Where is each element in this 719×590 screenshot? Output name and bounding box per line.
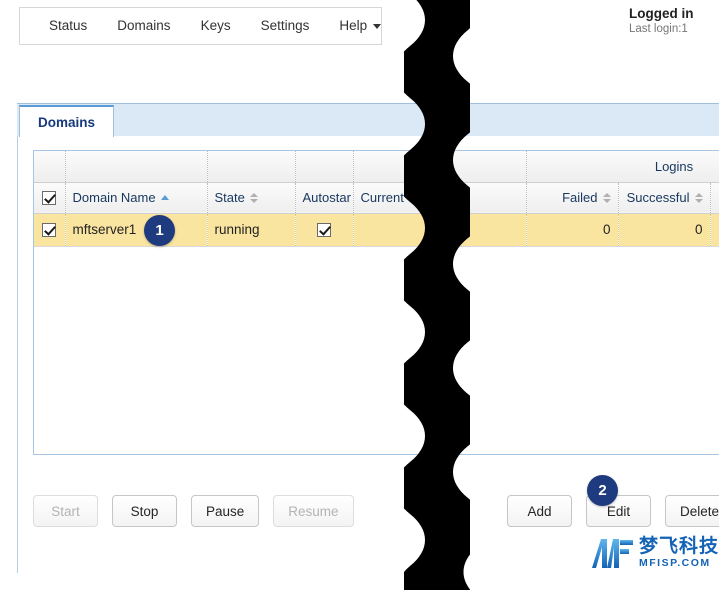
column-header-autostart-label: Autostar (302, 190, 351, 205)
column-header-current[interactable]: Current (353, 182, 527, 214)
main-menu-bar: Status Domains Keys Settings Help (19, 7, 382, 45)
step-badge-1: 1 (144, 215, 175, 246)
watermark-text: 梦飞科技 MFISP.COM (639, 537, 719, 569)
menu-item-domains[interactable]: Domains (102, 8, 185, 44)
cell-failed-current-value: 0 (602, 222, 611, 237)
group-header-spacer-domain (65, 151, 208, 183)
menu-item-settings-label: Settings (260, 18, 310, 33)
start-button-label: Start (51, 503, 80, 519)
menu-item-settings[interactable]: Settings (246, 8, 325, 44)
tab-domains[interactable]: Domains (19, 105, 115, 137)
menu-item-status[interactable]: Status (34, 8, 102, 44)
menu-item-domains-label: Domains (117, 18, 171, 33)
table-body: mftserver1 running 0 0 0 1 (34, 213, 719, 247)
add-button[interactable]: Add (507, 495, 572, 527)
stop-button-label: Stop (130, 503, 159, 519)
cell-failed-current: 0 (526, 213, 619, 247)
menu-item-keys-label: Keys (200, 18, 231, 33)
column-header-current-label: Current (360, 190, 404, 205)
cell-successful-logins: 0 (618, 213, 711, 247)
column-header-failed-current[interactable]: Failed (526, 182, 619, 214)
stop-button[interactable]: Stop (112, 495, 177, 527)
column-header-successful-logins-label: Successful (626, 190, 690, 205)
table-header-row: Domain Name State Autostar Current Faile… (34, 182, 719, 214)
cell-domain-name: mftserver1 (65, 213, 208, 247)
cell-state: running (207, 213, 296, 247)
column-header-domain-name[interactable]: Domain Name (65, 182, 208, 214)
group-header-spacer-autostart (295, 151, 354, 183)
edit-button-label: Edit (606, 503, 631, 519)
sort-toggle-icon (249, 192, 258, 203)
resume-button[interactable]: Resume (273, 495, 354, 527)
table-head: Logins Domain Name State Autostar Curren… (34, 151, 719, 214)
delete-button[interactable]: Delete (665, 495, 719, 527)
cell-failed-logins: 0 (710, 213, 719, 247)
column-header-domain-name-label: Domain Name (72, 190, 156, 205)
cell-autostart[interactable] (295, 213, 354, 247)
sort-toggle-icon (694, 192, 703, 203)
column-header-state[interactable]: State (207, 182, 296, 214)
app-window: Status Domains Keys Settings Help Logged… (0, 0, 719, 590)
resume-button-label: Resume (288, 503, 339, 519)
column-header-failed-current-label: Failed (562, 190, 598, 205)
group-header-logins-label: Logins (654, 158, 694, 174)
row-select-cell[interactable] (34, 213, 66, 247)
start-button[interactable]: Start (33, 495, 98, 527)
menu-item-help-label: Help (339, 18, 368, 33)
last-login-label: Last login:1 (629, 23, 688, 35)
column-header-state-label: State (214, 190, 245, 205)
group-header-spacer-current (353, 151, 527, 183)
watermark-cn-label: 梦飞科技 (639, 536, 719, 558)
cell-current (353, 213, 527, 247)
column-header-select-all[interactable] (34, 182, 66, 214)
table-group-header-row: Logins (34, 151, 719, 183)
add-button-label: Add (527, 503, 552, 519)
mf-logo-icon (592, 539, 633, 568)
column-header-failed-logins[interactable]: Failed (710, 182, 719, 214)
session-info: Logged in Last login:1 (629, 6, 719, 35)
select-all-checkbox[interactable] (42, 190, 57, 205)
row-select-checkbox[interactable] (42, 223, 57, 238)
autostart-checkbox[interactable] (317, 223, 331, 238)
group-header-spacer-state (207, 151, 296, 183)
watermark: 梦飞科技 MFISP.COM (590, 530, 719, 576)
pause-button-label: Pause (206, 503, 245, 519)
tab-domains-label: Domains (38, 114, 96, 130)
pause-button[interactable]: Pause (191, 495, 260, 527)
menu-item-keys[interactable]: Keys (186, 8, 246, 44)
domains-table: Logins Domain Name State Autostar Curren… (34, 151, 719, 247)
sort-toggle-icon (602, 192, 611, 203)
logged-in-label: Logged in (629, 6, 694, 21)
domain-action-buttons: Start Stop Pause Resume (33, 495, 354, 527)
menu-item-status-label: Status (49, 18, 88, 33)
tab-strip: Domains (17, 103, 719, 137)
step-badge-2: 2 (587, 475, 618, 506)
domains-grid: Logins Domain Name State Autostar Curren… (33, 150, 719, 455)
table-row[interactable]: mftserver1 running 0 0 0 1 (34, 213, 719, 247)
column-header-autostart[interactable]: Autostar (295, 182, 354, 214)
chevron-down-icon (373, 23, 382, 29)
group-header-spacer-select (34, 151, 66, 183)
sort-ascending-icon (160, 195, 169, 200)
watermark-en-label: MFISP.COM (639, 557, 711, 570)
delete-button-label: Delete (680, 503, 719, 519)
column-header-successful-logins[interactable]: Successful (618, 182, 711, 214)
main-menu-items: Status Domains Keys Settings Help (20, 8, 382, 44)
menu-item-help[interactable]: Help (324, 8, 396, 44)
step-badge-1-label: 1 (155, 222, 164, 239)
cell-successful-logins-value: 0 (694, 222, 703, 237)
step-badge-2-label: 2 (598, 482, 607, 499)
group-header-logins: Logins (526, 151, 719, 183)
